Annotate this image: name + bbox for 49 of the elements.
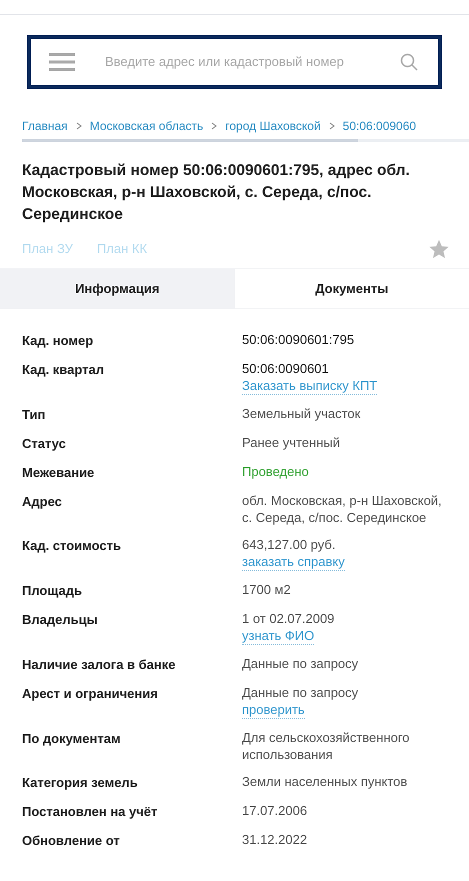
action-link[interactable]: заказать справку xyxy=(242,553,345,571)
field-value: Проведено xyxy=(242,463,309,480)
field-label: Постановлен на учёт xyxy=(22,803,158,821)
field-label: Площадь xyxy=(22,582,83,600)
field-value: 50:06:0090601 xyxy=(242,360,329,377)
tab[interactable]: Информация xyxy=(0,269,234,309)
breadcrumb-link[interactable]: Московская область xyxy=(90,117,204,135)
field-label: Адрес xyxy=(22,493,63,511)
field-value: 1 от 02.07.2009 xyxy=(242,610,334,627)
field-label: Владельцы xyxy=(22,611,99,629)
field-value: Данные по запросу xyxy=(242,655,358,672)
field-value: 1700 м2 xyxy=(242,581,291,598)
breadcrumb-link[interactable]: 50:06:009060 xyxy=(342,117,416,135)
star-icon[interactable] xyxy=(428,238,450,260)
chevron-icon xyxy=(211,122,218,130)
field-value: Ранее учтенный xyxy=(242,434,340,451)
action-link[interactable]: проверить xyxy=(242,701,305,719)
search-bar[interactable]: Введите адрес или кадастровый номер xyxy=(27,35,442,89)
field-value: 643,127.00 руб. xyxy=(242,536,336,553)
action-link[interactable]: узнать ФИО xyxy=(242,627,314,645)
field-label: Наличие залога в банке xyxy=(22,656,177,674)
search-field[interactable]: Введите адрес или кадастровый номер xyxy=(105,52,400,72)
field-label: Обновление от xyxy=(22,832,121,850)
field-label: Межевание xyxy=(22,464,96,482)
field-value: 17.07.2006 xyxy=(242,802,308,819)
field-value: Данные по запросу xyxy=(242,684,358,701)
search-icon[interactable] xyxy=(400,53,418,71)
menu-icon[interactable] xyxy=(49,53,75,71)
field-label: Категория земель xyxy=(22,774,139,792)
field-value: Для сельскохозяйственного использования xyxy=(242,729,411,763)
field-label: Статус xyxy=(22,435,67,453)
field-label: По документам xyxy=(22,730,122,748)
chevron-icon xyxy=(328,122,335,130)
field-value: 50:06:0090601:795 xyxy=(242,331,354,348)
scrollbar[interactable] xyxy=(22,139,358,142)
field-label: Кад. номер xyxy=(22,332,94,350)
field-value: Земельный участок xyxy=(242,405,360,422)
field-value: обл. Московская, р-н Шаховской, с. Середа, с/пос. Серединское xyxy=(242,492,443,526)
field-value: 31.12.2022 xyxy=(242,831,308,848)
breadcrumb-link[interactable]: город Шаховской xyxy=(225,117,321,135)
action-link[interactable]: Заказать выписку КПТ xyxy=(242,377,378,395)
field-label: Кад. квартал xyxy=(22,361,105,379)
field-label: Тип xyxy=(22,406,46,424)
breadcrumb-link[interactable]: Главная xyxy=(22,117,68,135)
field-value: Земли населенных пунктов xyxy=(242,773,408,790)
chevron-icon xyxy=(76,122,82,130)
field-label: Арест и ограничения xyxy=(22,685,159,703)
page-title: Кадастровый номер 50:06:0090601:795, адрес обл. Московская, р-н Шаховской, с. Середа, с/пос. Серединское xyxy=(21,161,411,225)
field-label: Кад. стоимость xyxy=(22,537,122,555)
